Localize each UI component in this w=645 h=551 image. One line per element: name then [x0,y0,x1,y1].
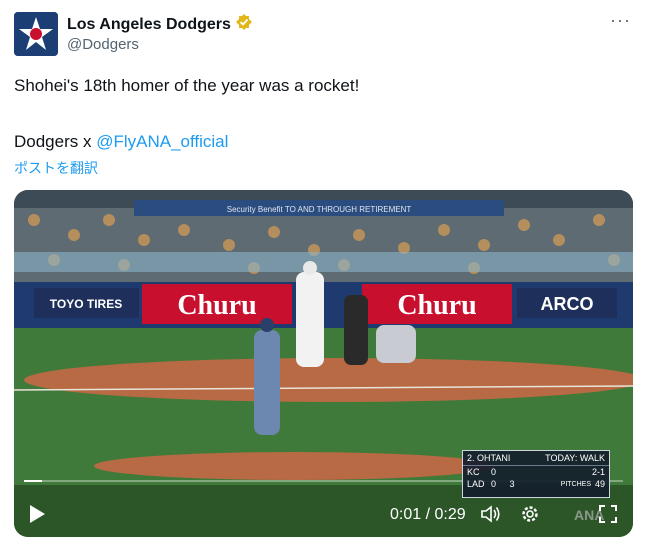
scoreboard-today: TODAY: WALK [545,453,605,463]
time-display: 0:01 / 0:29 [390,506,466,524]
avatar[interactable] [14,12,58,56]
scoreboard-score2: 0 [491,479,497,489]
scoreboard-score1: 0 [491,467,497,477]
scoreboard-pitches: 49 [594,479,605,489]
duration: 0:29 [434,506,466,523]
ad-board-center: Churu [177,290,256,321]
more-options-icon[interactable]: ··· [610,10,631,31]
translate-post-link[interactable]: ポストを翻訳 [14,158,98,178]
ad-board-left: TOYO TIRES [50,297,122,311]
display-name[interactable]: Los Angeles Dodgers [67,13,253,36]
current-time: 0:01 [390,506,422,523]
video-player[interactable]: TOYO TIRES Churu Churu ARCO Security Ben… [14,190,633,537]
scoreboard-team2: LAD [467,479,485,489]
tweet-text-line-2: Dodgers x @FlyANA_official [14,132,228,152]
ad-board-center-right: Churu [397,290,476,321]
ad-board-upper: Security Benefit TO AND THROUGH RETIREME… [227,205,412,214]
scoreboard-count: 2-1 [591,467,605,477]
display-name-text[interactable]: Los Angeles Dodgers [67,16,231,34]
scoreboard-bug: 2. OHTANI TODAY: WALK KC 0 2-1 LAD 0 3 P… [462,450,610,498]
tweet-text-prefix: Dodgers x [14,132,97,151]
progress-fill [24,480,42,482]
time-separator: / [421,506,435,523]
scoreboard-team1: KC [467,467,480,477]
ad-board-right: ARCO [541,294,594,314]
account-handle[interactable]: @Dodgers [67,36,139,53]
scoreboard-inning: 3 [509,479,515,489]
scoreboard-batter: 2. OHTANI [467,453,511,463]
tweet-text-line-1: Shohei's 18th homer of the year was a ro… [14,76,360,95]
verified-badge-icon [235,13,253,36]
mention-link[interactable]: @FlyANA_official [96,132,228,151]
scoreboard-pitches-label: PITCHES [560,480,591,488]
